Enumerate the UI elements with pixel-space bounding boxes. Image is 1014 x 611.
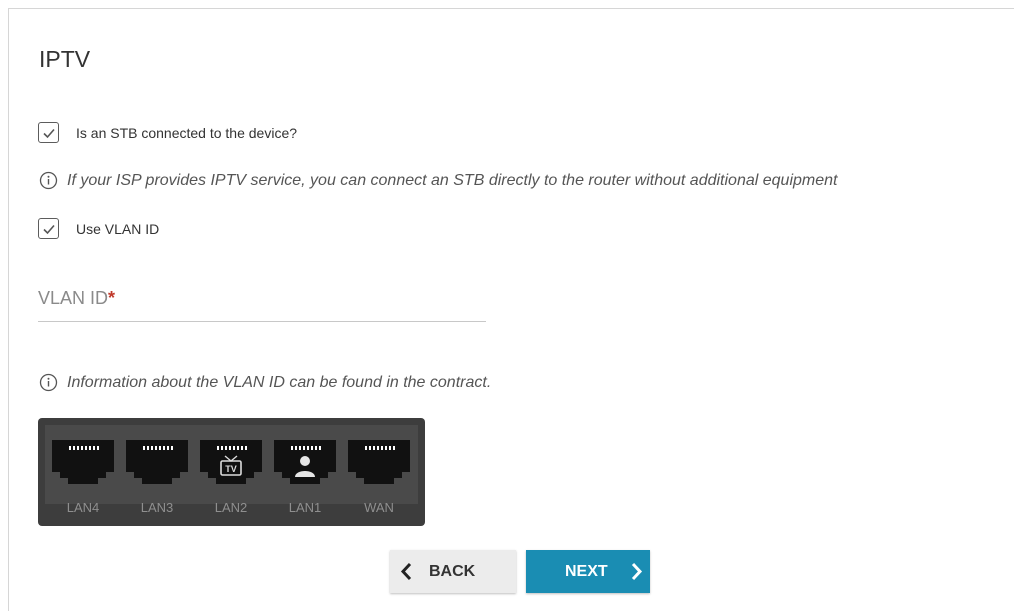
ethernet-port-icon (126, 440, 188, 484)
vlan-checkbox-row[interactable]: Use VLAN ID (38, 218, 159, 239)
vlan-checkbox-label: Use VLAN ID (76, 220, 160, 237)
stb-info-text: If your ISP provides IPTV service, you c… (67, 171, 838, 189)
ethernet-port-icon: TV (200, 440, 262, 484)
vlan-info-text: Information about the VLAN ID can be fou… (67, 373, 492, 391)
back-button[interactable]: BACK (390, 550, 516, 593)
port-lan1[interactable] (274, 440, 336, 486)
checkmark-icon (42, 128, 55, 138)
info-icon (39, 171, 58, 190)
chevron-left-icon (400, 562, 412, 581)
port-label-lan2: LAN2 (214, 500, 248, 515)
port-strip: TV (45, 425, 418, 504)
port-lan2[interactable]: TV (200, 440, 262, 486)
next-button-label: NEXT (565, 563, 608, 580)
info-icon (39, 373, 58, 392)
port-label-wan: WAN (364, 500, 394, 515)
port-lan3[interactable] (126, 440, 188, 486)
port-label-lan1: LAN1 (288, 500, 322, 515)
port-label-lan3: LAN3 (140, 500, 174, 515)
chevron-right-icon (631, 562, 643, 581)
ethernet-port-icon (52, 440, 114, 484)
checkmark-icon (42, 224, 55, 234)
iptv-panel: IPTV Is an STB connected to the device? … (8, 8, 1014, 611)
next-button[interactable]: NEXT (526, 550, 650, 593)
port-label-lan4: LAN4 (66, 500, 100, 515)
port-wan[interactable] (348, 440, 410, 486)
stb-checkbox-label: Is an STB connected to the device? (76, 124, 298, 141)
back-button-label: BACK (429, 563, 476, 580)
stb-checkbox-row[interactable]: Is an STB connected to the device? (38, 122, 297, 143)
stb-info: If your ISP provides IPTV service, you c… (39, 171, 837, 190)
stb-checkbox[interactable] (38, 122, 59, 143)
ethernet-port-icon (348, 440, 410, 484)
page-title: IPTV (39, 46, 91, 72)
vlan-info: Information about the VLAN ID can be fou… (39, 373, 491, 392)
vlan-id-field[interactable]: VLAN ID* (38, 284, 490, 323)
vlan-id-input[interactable] (38, 284, 490, 323)
tv-icon-text: TV (225, 464, 237, 474)
ethernet-port-icon (274, 440, 336, 484)
vlan-checkbox[interactable] (38, 218, 59, 239)
port-lan4[interactable] (52, 440, 114, 486)
